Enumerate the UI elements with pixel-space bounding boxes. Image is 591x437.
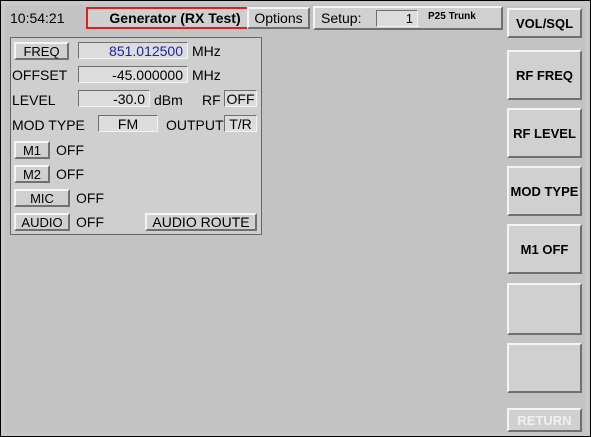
level-value-field[interactable]: -30.0	[78, 90, 150, 107]
audio-button[interactable]: AUDIO	[14, 213, 70, 231]
audio-state: OFF	[76, 214, 104, 230]
offset-label: OFFSET	[12, 67, 68, 83]
level-label: LEVEL	[12, 92, 56, 108]
m2-button[interactable]: M2	[14, 165, 50, 183]
softkey-m1-off[interactable]: M1 OFF	[507, 224, 582, 274]
freq-value-field[interactable]: 851.012500	[78, 42, 188, 59]
rf-state-field[interactable]: OFF	[224, 90, 257, 107]
softkey-rf-freq[interactable]: RF FREQ	[507, 50, 582, 100]
softkey-return[interactable]: RETURN	[507, 408, 582, 432]
softkey-vol-sql[interactable]: VOL/SQL	[507, 8, 582, 38]
setup-system-name: P25 Trunk	[428, 11, 476, 22]
setup-label: Setup:	[321, 10, 362, 26]
mic-state: OFF	[76, 190, 104, 206]
output-field[interactable]: T/R	[224, 115, 257, 132]
softkey-blank-1[interactable]	[507, 283, 582, 335]
output-label: OUTPUT	[166, 117, 224, 133]
rf-label: RF	[202, 92, 221, 108]
mod-type-label: MOD TYPE	[12, 117, 85, 133]
softkey-rf-level[interactable]: RF LEVEL	[507, 108, 582, 158]
freq-button[interactable]: FREQ	[14, 42, 69, 60]
audio-route-button[interactable]: AUDIO ROUTE	[145, 213, 257, 231]
m1-state: OFF	[56, 142, 84, 158]
clock: 10:54:21	[10, 10, 65, 26]
m2-state: OFF	[56, 166, 84, 182]
softkey-blank-2[interactable]	[507, 343, 582, 393]
mic-button[interactable]: MIC	[14, 189, 70, 207]
offset-value-field[interactable]: -45.000000	[78, 66, 188, 83]
freq-unit: MHz	[192, 43, 221, 59]
m1-button[interactable]: M1	[14, 141, 50, 159]
options-button[interactable]: Options	[247, 7, 310, 29]
setup-number-field[interactable]: 1	[376, 10, 418, 27]
offset-unit: MHz	[192, 67, 221, 83]
mode-selector-button[interactable]: Generator (RX Test)	[86, 7, 264, 29]
level-unit: dBm	[154, 92, 183, 108]
softkey-mod-type[interactable]: MOD TYPE	[507, 166, 582, 216]
mod-type-field[interactable]: FM	[98, 115, 158, 132]
